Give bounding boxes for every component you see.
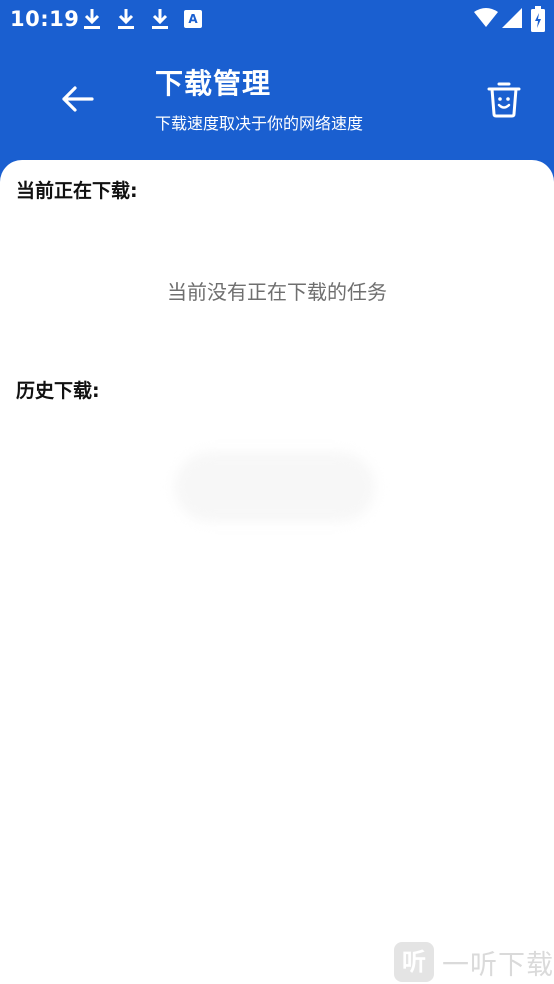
download-icon	[84, 9, 100, 29]
download-content: 当前正在下载: 当前没有正在下载的任务 历史下载:	[0, 160, 554, 984]
wifi-icon	[474, 8, 498, 27]
app-header: 下载管理 下载速度取决于你的网络速度	[0, 38, 554, 160]
page-subtitle: 下载速度取决于你的网络速度	[155, 114, 364, 133]
a-badge-icon: A	[184, 10, 202, 28]
history-downloads-label: 历史下载:	[16, 380, 100, 402]
current-downloads-label: 当前正在下载:	[16, 180, 138, 202]
screen: 10:19 A 下载管理 下载速度取决于你的网络速度 当前正在下载: 当前没有正…	[0, 0, 554, 984]
watermark-text: 一听下载	[442, 949, 554, 981]
status-time: 10:19	[10, 7, 80, 31]
battery-icon	[531, 6, 545, 32]
status-bar: 10:19 A	[0, 0, 554, 38]
trash-icon	[487, 82, 521, 118]
clear-history-button[interactable]	[480, 74, 528, 124]
empty-downloads-message: 当前没有正在下载的任务	[167, 280, 387, 304]
history-placeholder	[175, 452, 375, 522]
page-title: 下载管理	[155, 67, 272, 100]
signal-icon	[502, 8, 522, 28]
watermark: 听 一听下载	[394, 942, 554, 982]
arrow-left-icon	[62, 86, 94, 112]
back-button[interactable]	[52, 74, 102, 124]
download-icon	[118, 9, 134, 29]
download-icon	[152, 9, 168, 29]
watermark-logo-icon: 听	[394, 942, 434, 982]
